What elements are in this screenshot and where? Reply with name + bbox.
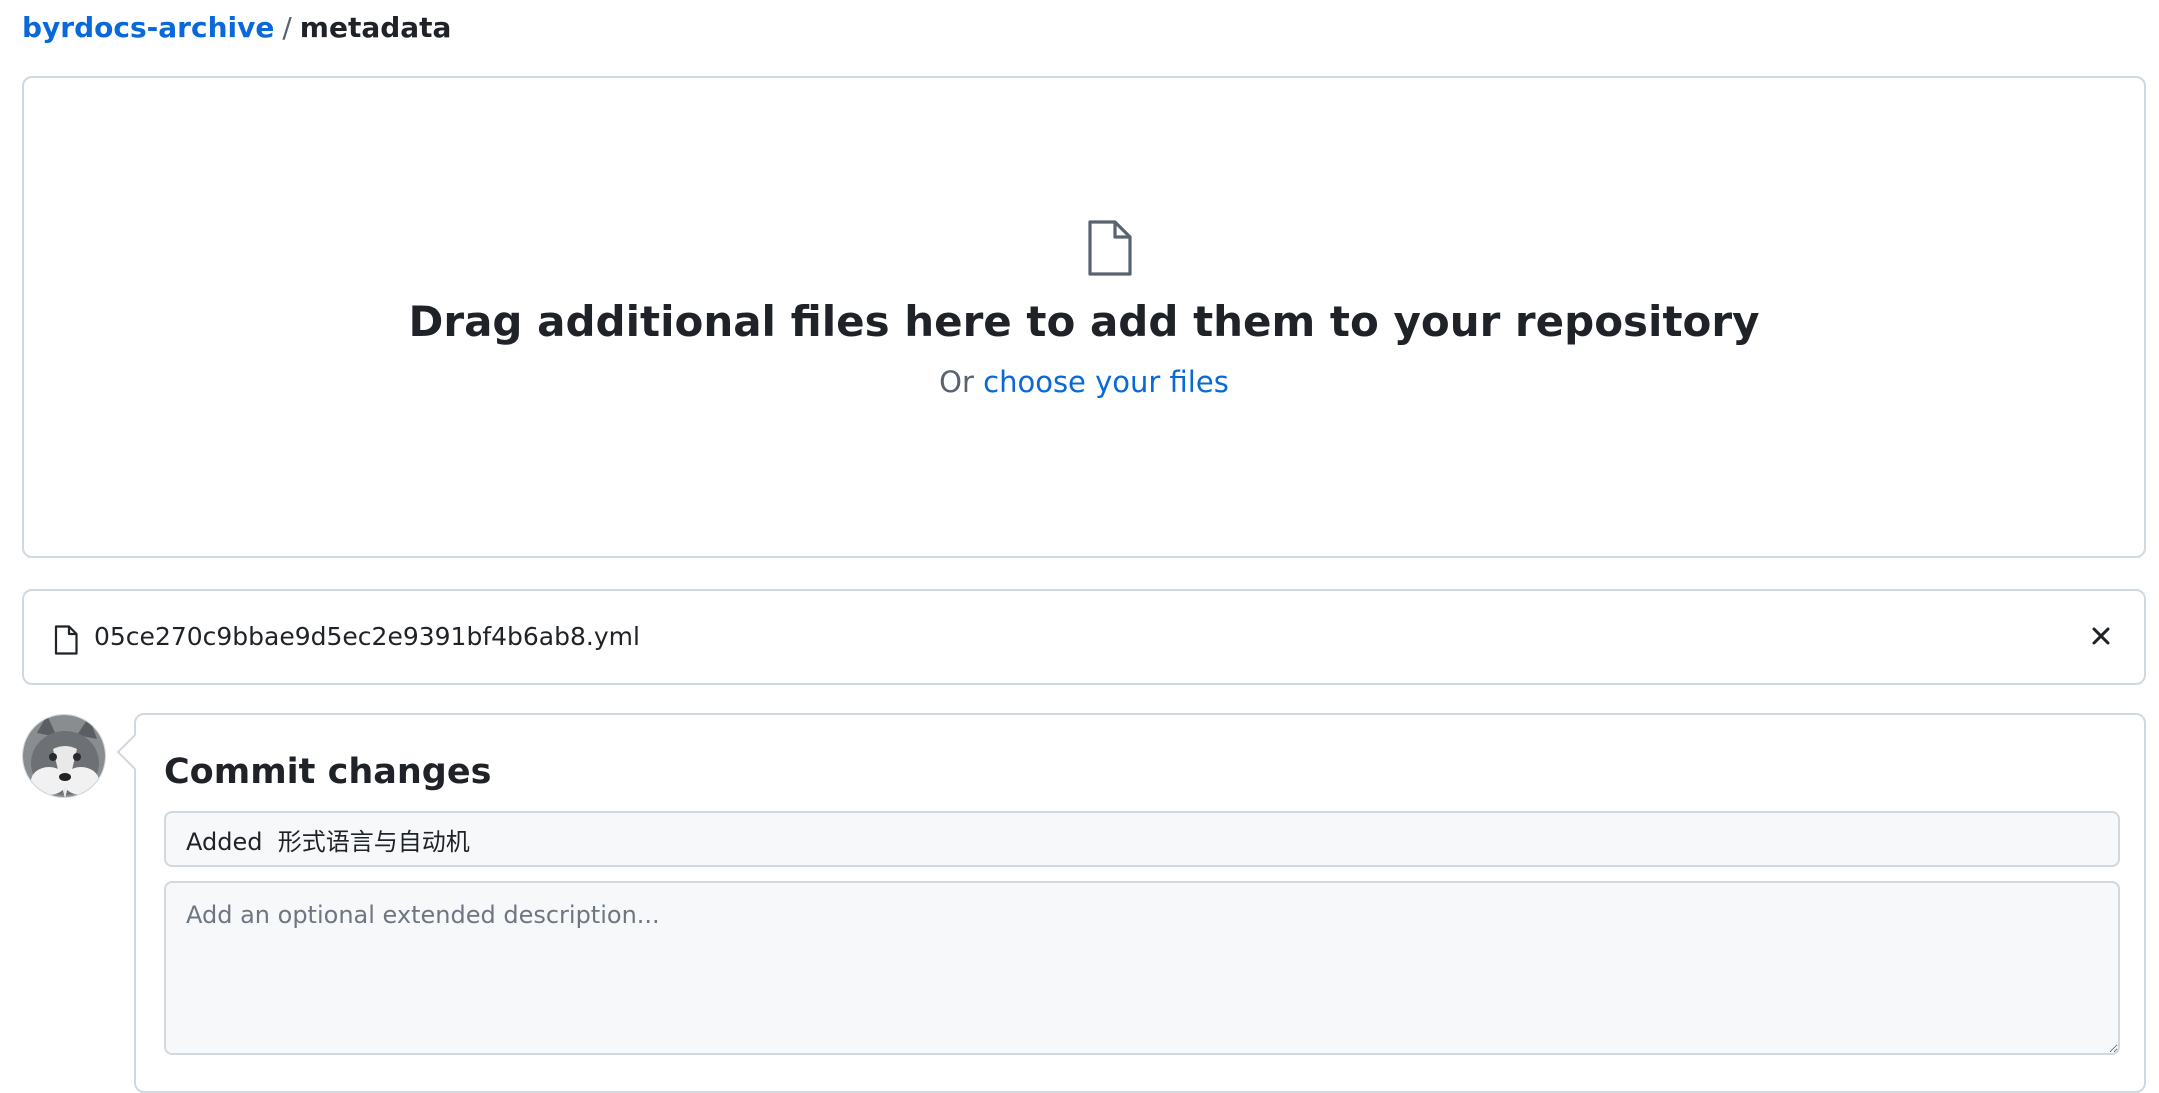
breadcrumb: byrdocs-archive / metadata [22, 10, 451, 46]
breadcrumb-directory: metadata [299, 11, 452, 44]
file-icon [1086, 220, 1132, 276]
breadcrumb-repo-link[interactable]: byrdocs-archive [22, 11, 274, 44]
commit-form: Commit changes [116, 713, 2146, 1093]
commit-form-pointer [116, 733, 154, 771]
close-icon [2091, 626, 2111, 650]
uploaded-file-name: 05ce270c9bbae9d5ec2e9391bf4b6ab8.yml [94, 622, 640, 651]
breadcrumb-separator: / [282, 11, 292, 44]
commit-description-input[interactable] [164, 881, 2120, 1055]
file-dropzone[interactable]: Drag additional files here to add them t… [22, 76, 2146, 558]
dropzone-subtitle: Or choose your files [24, 362, 2144, 402]
commit-title: Commit changes [164, 752, 492, 792]
file-icon [54, 625, 78, 655]
dropzone-or-text: Or [939, 365, 974, 399]
commit-summary-input[interactable] [164, 811, 2120, 867]
uploaded-file-row: 05ce270c9bbae9d5ec2e9391bf4b6ab8.yml [22, 589, 2146, 685]
dropzone-title: Drag additional files here to add them t… [408, 297, 1760, 346]
avatar [22, 714, 106, 798]
remove-file-button[interactable] [2084, 621, 2118, 655]
choose-files-link[interactable]: choose your files [983, 365, 1229, 399]
